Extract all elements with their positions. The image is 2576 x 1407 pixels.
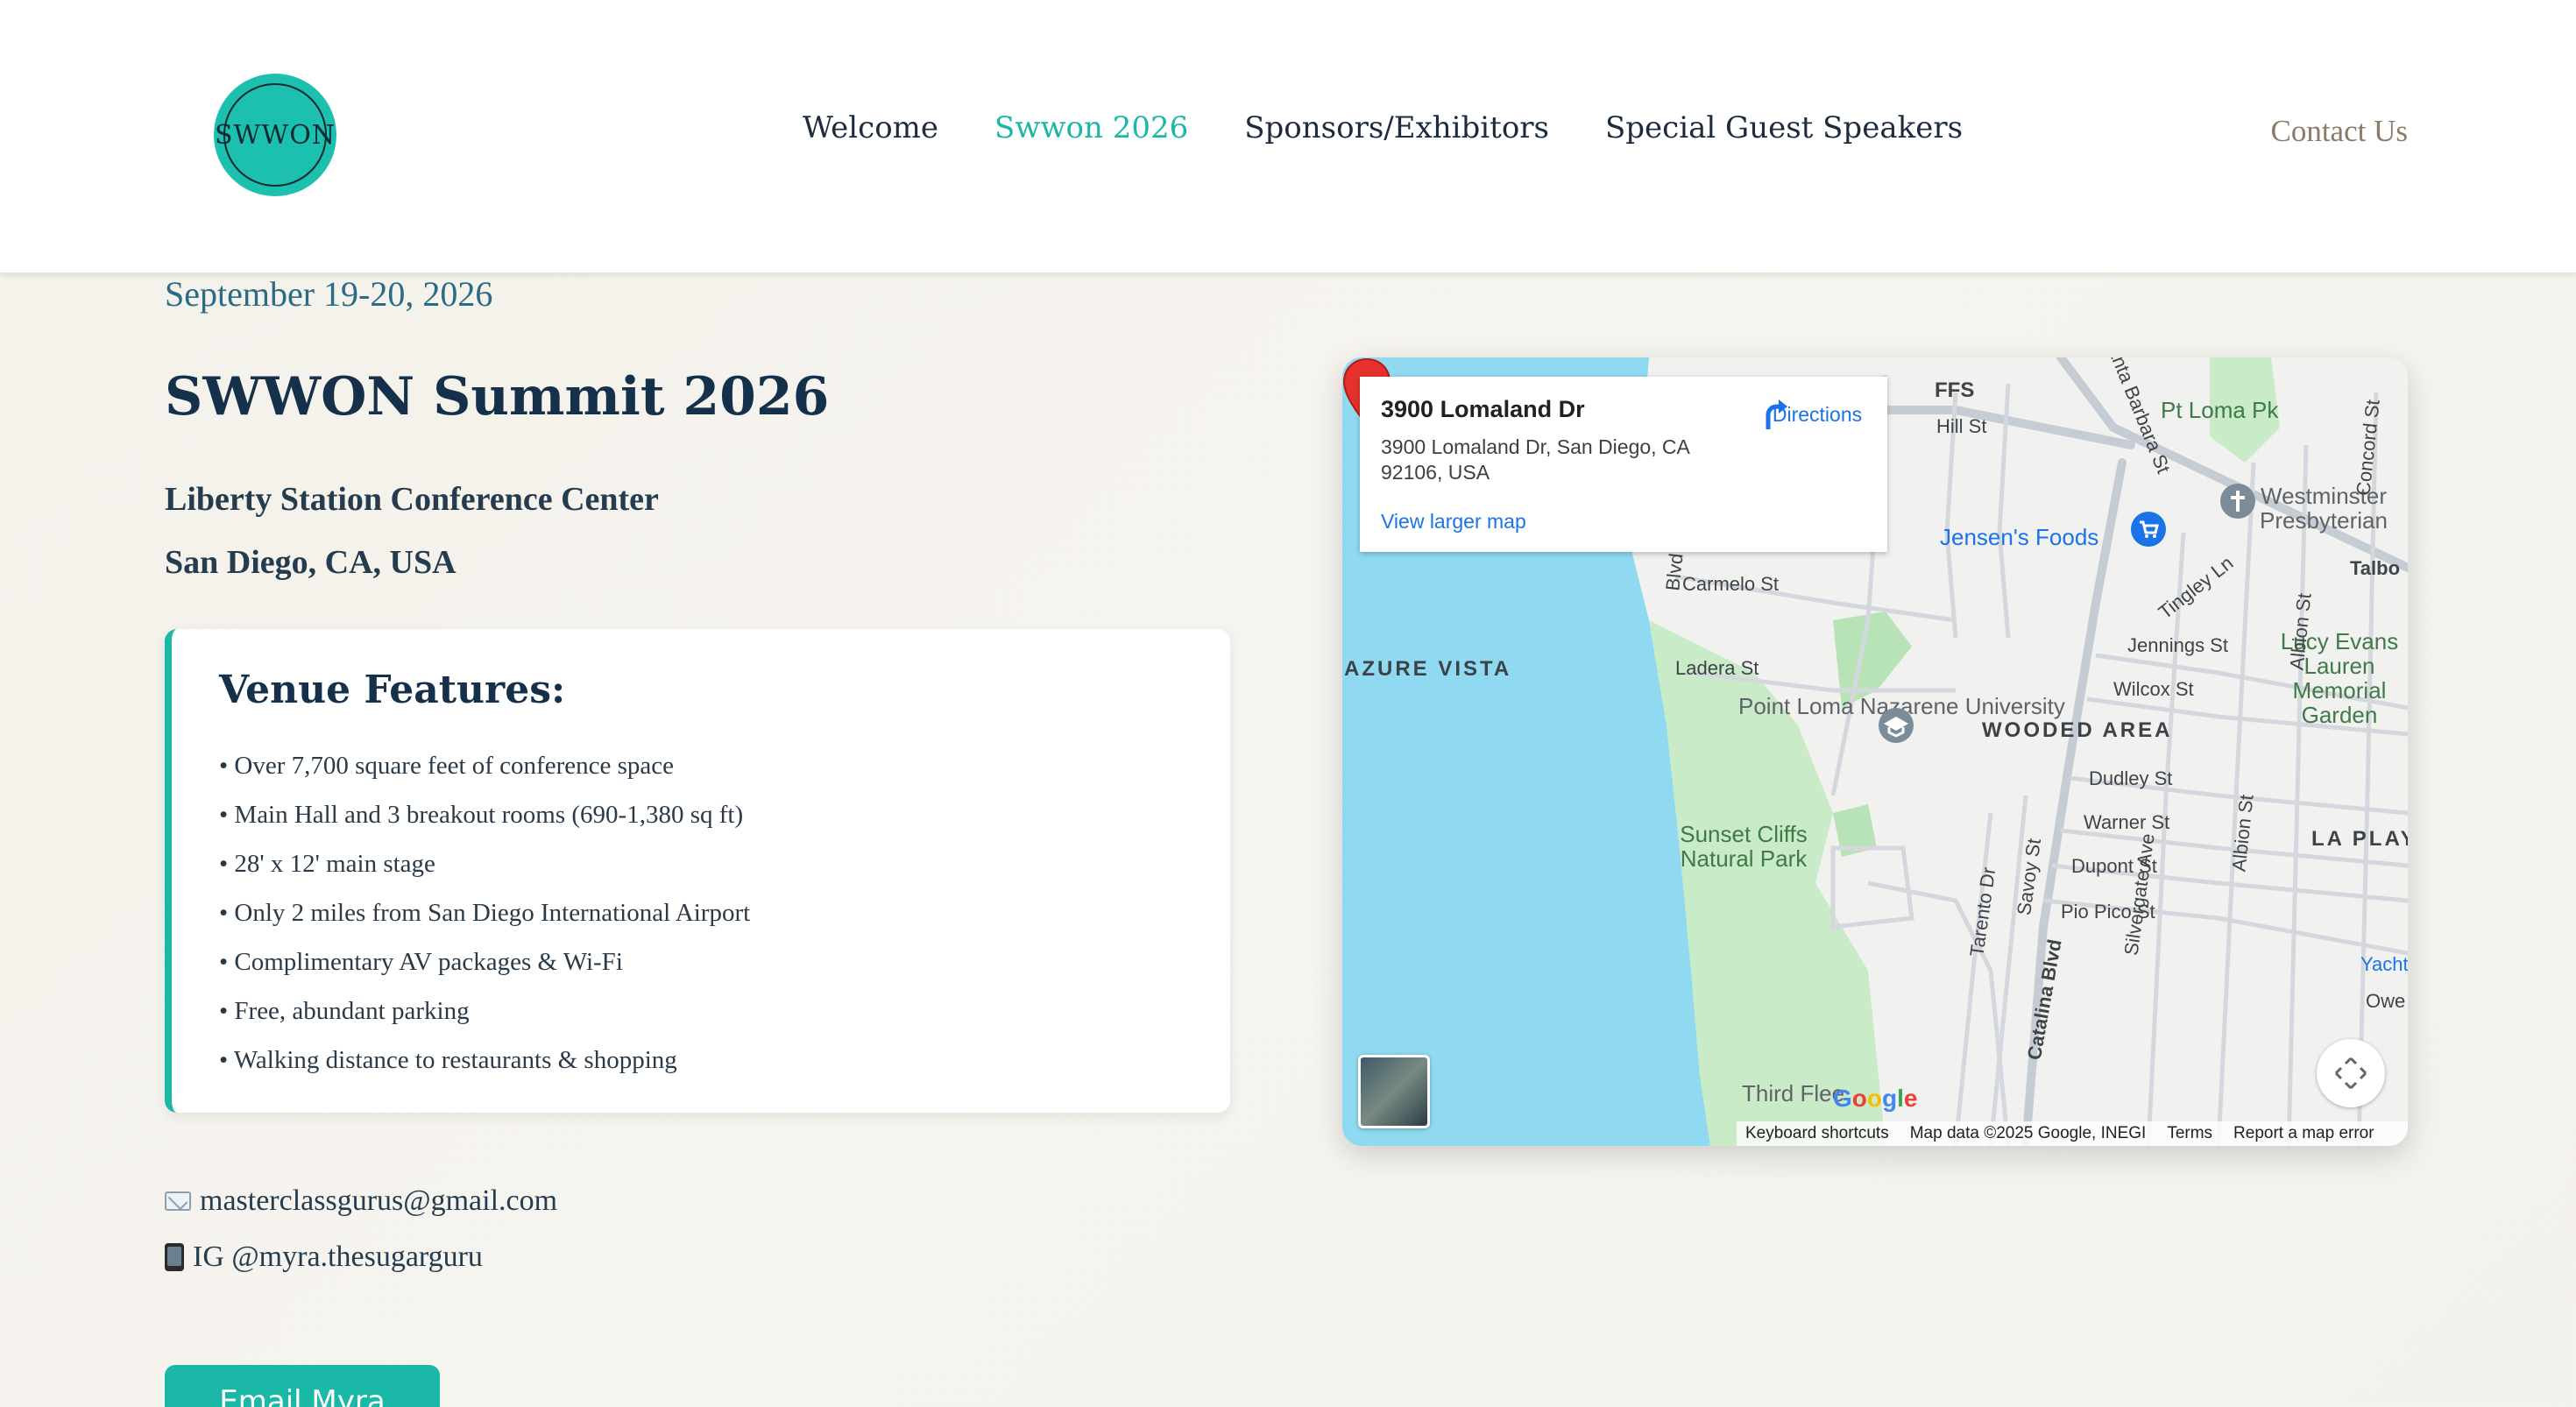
map-label-third-flee: Third Flee (1742, 1080, 1845, 1107)
phone-icon (165, 1243, 184, 1271)
keyboard-shortcuts-link[interactable]: Keyboard shortcuts (1745, 1124, 1889, 1143)
contact-instagram-text[interactable]: IG @myra.thesugarguru (193, 1241, 483, 1274)
nav-special-guest-speakers[interactable]: Special Guest Speakers (1605, 110, 1963, 145)
shopping-cart-icon[interactable] (2129, 510, 2168, 548)
satellite-toggle-thumbnail[interactable] (1358, 1055, 1430, 1128)
contact-us-link[interactable]: Contact Us (2270, 114, 2408, 149)
google-map-embed[interactable]: AZURE VISTA WOODED AREA LA PLAY Point Lo… (1342, 357, 2408, 1146)
map-info-address: 3900 Lomaland Dr, San Diego, CA 92106, U… (1381, 435, 1689, 484)
venue-name: Liberty Station Conference Center (165, 481, 659, 518)
university-icon[interactable] (1877, 706, 1915, 745)
venue-features-list: • Over 7,700 square feet of conference s… (219, 741, 750, 1085)
contact-instagram: IG @myra.thesugarguru (165, 1241, 483, 1274)
email-myra-button[interactable]: Email Myra (165, 1365, 440, 1407)
map-label-owen: Owe (2366, 990, 2406, 1012)
map-label-sunset-cliffs: Sunset Cliffs Natural Park (1680, 821, 1808, 872)
map-label-westminster: Westminster Presbyterian (2260, 483, 2388, 534)
map-label-yacht: Yacht (2360, 953, 2408, 975)
street-ffs: FFS (1935, 378, 1975, 402)
map-info-title: 3900 Lomaland Dr (1381, 396, 1585, 422)
map-info-card: 3900 Lomaland Dr 3900 Lomaland Dr, San D… (1360, 377, 1887, 552)
venue-features-card: Venue Features: • Over 7,700 square feet… (165, 629, 1230, 1113)
fullscreen-icon (2334, 1057, 2367, 1090)
feature-item: • 28' x 12' main stage (219, 850, 435, 878)
main-nav: Welcome Swwon 2026 Sponsors/Exhibitors S… (803, 110, 1963, 145)
street-hill: Hill St (1936, 415, 1987, 437)
directions-icon (1766, 399, 1787, 429)
nav-swwon-2026[interactable]: Swwon 2026 (994, 110, 1188, 145)
envelope-icon (165, 1191, 191, 1211)
feature-item: • Over 7,700 square feet of conference s… (219, 752, 674, 780)
view-larger-map-link[interactable]: View larger map (1381, 510, 1526, 534)
street-wilcox: Wilcox St (2113, 678, 2194, 700)
venue-location: San Diego, CA, USA (165, 544, 456, 581)
contact-email: masterclassgurus@gmail.com (165, 1184, 557, 1218)
street-talbot: Talbo (2350, 557, 2401, 579)
feature-item: • Only 2 miles from San Diego Internatio… (219, 899, 751, 927)
logo-text: SWWON (214, 119, 336, 151)
map-label-pt-loma-pk: Pt Loma Pk (2161, 397, 2279, 423)
feature-item: • Main Hall and 3 breakout rooms (690-1,… (219, 801, 744, 829)
contact-email-text[interactable]: masterclassgurus@gmail.com (200, 1184, 557, 1218)
directions-button[interactable]: Directions (1756, 396, 1879, 429)
map-label-la-playa: LA PLAY (2311, 827, 2408, 851)
venue-features-title: Venue Features: (219, 668, 566, 712)
map-label-azure-vista: AZURE VISTA (1344, 657, 1512, 681)
feature-item: • Walking distance to restaurants & shop… (219, 1046, 677, 1074)
event-date: September 19-20, 2026 (165, 274, 493, 314)
map-data-attribution: Map data ©2025 Google, INEGI (1909, 1124, 2147, 1142)
street-blvd: Blvd (1661, 552, 1688, 592)
nav-sponsors-exhibitors[interactable]: Sponsors/Exhibitors (1244, 110, 1549, 145)
feature-item: • Complimentary AV packages & Wi-Fi (219, 948, 623, 976)
nav-welcome[interactable]: Welcome (803, 110, 938, 145)
google-logo: Google (1833, 1085, 1918, 1112)
swwon-logo[interactable]: SWWON (214, 74, 336, 196)
logo-badge: SWWON (215, 83, 335, 187)
map-label-wooded-area: WOODED AREA (1982, 718, 2173, 742)
street-ladera: Ladera St (1675, 657, 1759, 679)
street-dudley: Dudley St (2089, 767, 2173, 789)
map-label-jensens-foods: Jensen's Foods (1940, 524, 2099, 550)
street-carmelo: Carmelo St (1682, 573, 1780, 595)
site-header: SWWON Welcome Swwon 2026 Sponsors/Exhibi… (0, 0, 2576, 273)
map-attribution-bar: Keyboard shortcuts Map data ©2025 Google… (1737, 1121, 2408, 1146)
fullscreen-button[interactable] (2317, 1039, 2385, 1107)
feature-item: • Free, abundant parking (219, 997, 470, 1025)
report-map-error-link[interactable]: Report a map error (2233, 1124, 2374, 1143)
terms-link[interactable]: Terms (2167, 1124, 2212, 1143)
page-title: SWWON Summit 2026 (165, 366, 830, 428)
street-warner: Warner St (2084, 811, 2170, 833)
church-icon[interactable] (2219, 482, 2257, 520)
street-jennings: Jennings St (2127, 634, 2228, 656)
